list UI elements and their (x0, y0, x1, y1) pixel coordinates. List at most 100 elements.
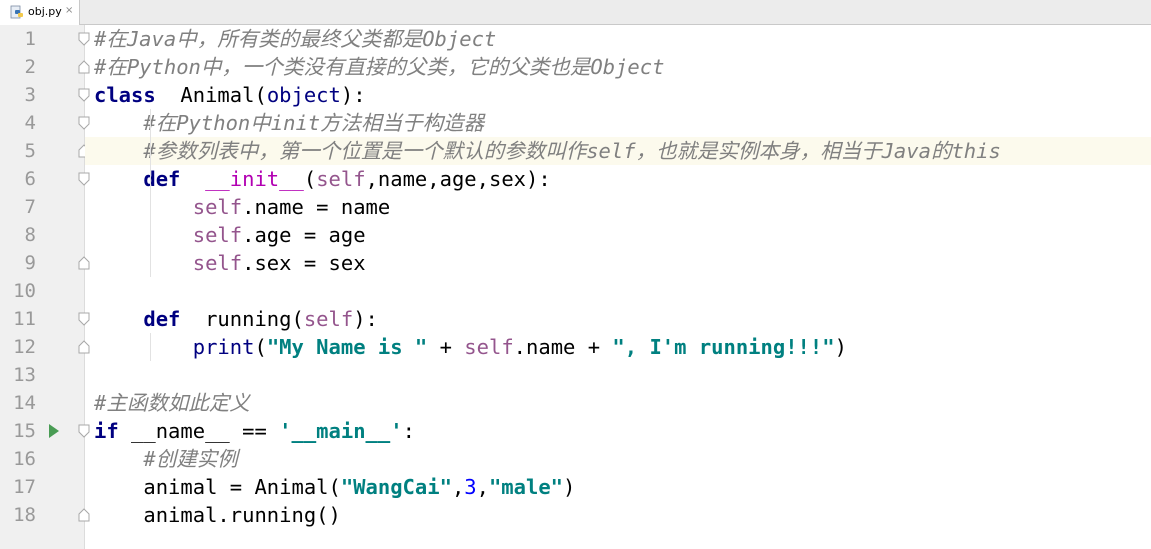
code-token: ) (563, 475, 576, 499)
line-number: 6 (24, 168, 36, 190)
line-number: 14 (13, 392, 36, 414)
code-text: self.age = age (94, 221, 366, 249)
code-token: .name = name (242, 195, 391, 219)
code-text: if __name__ == '__main__': (94, 417, 415, 445)
code-token: animal = Animal( (94, 475, 341, 499)
line-number-gutter: 1 2 3 4 5 6 7 8 9 10 11 12 13 14 15 16 17 18 (0, 25, 90, 549)
code-line[interactable] (85, 277, 1151, 305)
code-line[interactable]: print("My Name is " + self.name + ", I'm… (85, 333, 1151, 361)
code-line[interactable]: #在Java中，所有类的最终父类都是Object (85, 25, 1151, 53)
line-number: 10 (13, 280, 36, 302)
code-line[interactable]: animal = Animal("WangCai",3,"male") (85, 473, 1151, 501)
code-text: print("My Name is " + self.name + ", I'm… (94, 333, 847, 361)
code-editor[interactable]: #在Java中，所有类的最终父类都是Object #在Python中，一个类没有直… (85, 25, 1151, 549)
code-text: #在Java中，所有类的最终父类都是Object (94, 25, 496, 53)
code-line[interactable]: #主函数如此定义 (85, 389, 1151, 417)
code-token: Animal( (155, 83, 267, 107)
code-line[interactable]: def __init__(self,name,age,sex): (85, 165, 1151, 193)
code-token: self (192, 195, 243, 219)
code-token: ) (834, 335, 847, 359)
code-line[interactable]: #在Python中init方法相当于构造器 (85, 109, 1151, 137)
code-token: __name__ == (118, 419, 280, 443)
code-token: : (402, 419, 415, 443)
code-text: self.name = name (94, 193, 390, 221)
code-token: ( (254, 335, 267, 359)
code-token: .sex = sex (242, 251, 366, 275)
code-line[interactable]: animal.running() (85, 501, 1151, 529)
code-line[interactable]: #在Python中，一个类没有直接的父类，它的父类也是Object (85, 53, 1151, 81)
code-token: ", I'm running!!!" (612, 335, 835, 359)
code-token: print (192, 335, 255, 359)
code-line[interactable]: self.sex = sex (85, 249, 1151, 277)
code-text: #在Python中，一个类没有直接的父类，它的父类也是Object (94, 53, 664, 81)
code-token: ( (303, 167, 317, 191)
code-token: .age = age (242, 223, 366, 247)
code-token: self (192, 223, 243, 247)
code-text: animal = Animal("WangCai",3,"male") (94, 473, 575, 501)
code-token: def (143, 167, 181, 191)
run-icon[interactable] (48, 423, 60, 439)
code-token: , (451, 475, 465, 499)
code-line[interactable]: if __name__ == '__main__': (85, 417, 1151, 445)
code-line[interactable]: def running(self): (85, 305, 1151, 333)
code-token: object (266, 83, 341, 107)
code-token: #在Python中，一个类没有直接的父类，它的父类也是Object (94, 55, 665, 79)
code-token: def (143, 307, 181, 331)
line-number: 16 (13, 448, 36, 470)
code-token: "male" (488, 475, 564, 499)
code-line[interactable]: #创建实例 (85, 445, 1151, 473)
code-token: __init__ (205, 167, 304, 191)
line-number: 11 (13, 308, 36, 330)
code-token: self (316, 167, 366, 191)
code-text: #主函数如此定义 (94, 389, 250, 417)
code-line[interactable]: self.name = name (85, 193, 1151, 221)
code-token: ,name,age,sex): (365, 167, 551, 191)
code-token: #创建实例 (143, 447, 238, 471)
code-line[interactable]: #参数列表中，第一个位置是一个默认的参数叫作self，也就是实例本身，相当于Ja… (85, 137, 1151, 165)
code-token: #在Java中，所有类的最终父类都是Object (94, 27, 497, 51)
line-number: 15 (13, 420, 36, 442)
close-icon[interactable]: × (65, 4, 73, 18)
code-token: , (476, 475, 489, 499)
indent-guide (150, 109, 151, 277)
code-token: 3 (464, 475, 477, 499)
code-line[interactable]: self.age = age (85, 221, 1151, 249)
code-token: #在Python中init方法相当于构造器 (143, 111, 485, 135)
code-token: running( (180, 307, 304, 331)
indent-guide (150, 333, 151, 361)
python-file-icon (10, 5, 23, 19)
code-text: #参数列表中，第一个位置是一个默认的参数叫作self，也就是实例本身，相当于Ja… (94, 137, 1001, 165)
code-token: class (94, 83, 156, 107)
tab-obj-py[interactable]: obj.py × (0, 0, 80, 25)
line-number: 2 (24, 56, 36, 78)
line-number: 5 (24, 140, 36, 162)
code-text: self.sex = sex (94, 249, 366, 277)
line-number: 12 (13, 336, 36, 358)
code-token: + (427, 335, 465, 359)
code-text: def running(self): (94, 305, 378, 333)
line-number: 13 (13, 364, 36, 386)
code-token: #参数列表中，第一个位置是一个默认的参数叫作self，也就是实例本身，相当于Ja… (143, 139, 1001, 163)
line-number: 17 (13, 476, 36, 498)
code-line[interactable] (85, 361, 1151, 389)
code-token: self (464, 335, 514, 359)
line-number: 18 (13, 504, 36, 526)
code-line[interactable]: class Animal(object): (85, 81, 1151, 109)
code-token: '__main__' (279, 419, 403, 443)
tab-label: obj.py (28, 5, 62, 18)
code-text: animal.running() (94, 501, 340, 529)
code-text: #创建实例 (94, 445, 238, 473)
line-number: 3 (24, 84, 36, 106)
code-token: "WangCai" (340, 475, 452, 499)
line-number: 9 (24, 252, 36, 274)
